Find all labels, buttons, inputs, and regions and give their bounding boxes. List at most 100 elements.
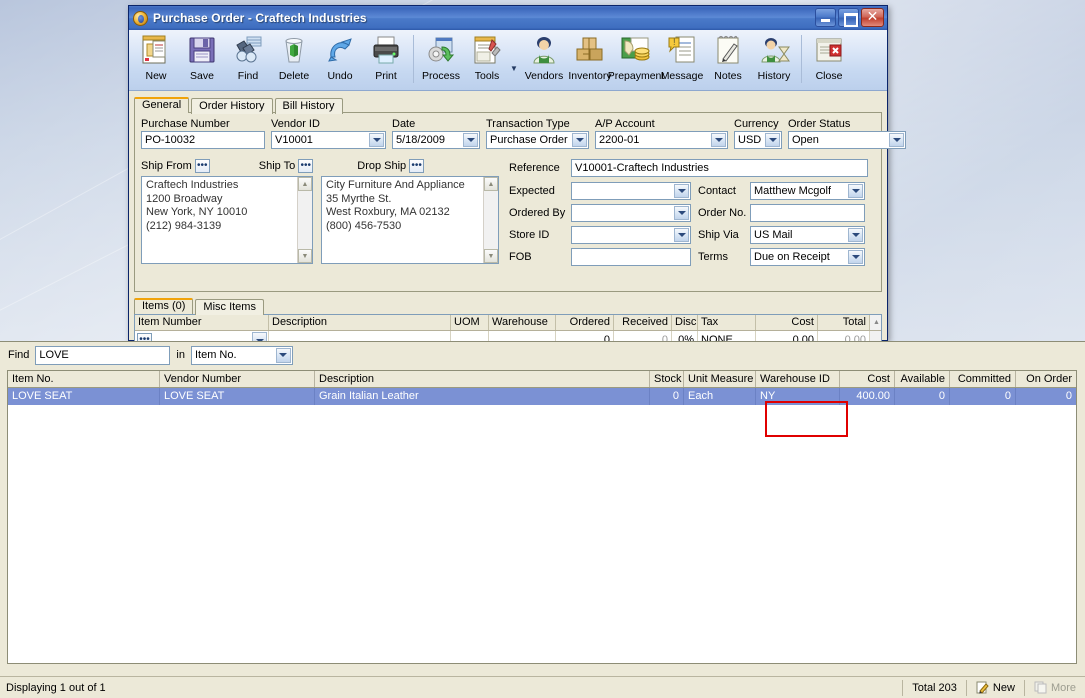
column-disc[interactable]: Disc — [672, 315, 698, 330]
new-button[interactable]: New — [965, 679, 1024, 696]
purchase-number-input[interactable] — [141, 131, 265, 149]
tab-order-history[interactable]: Order History — [191, 98, 273, 114]
column-item-number[interactable]: Item Number — [135, 315, 269, 330]
toolbar-label: Close — [815, 70, 843, 82]
column-item-no[interactable]: Item No. — [8, 371, 160, 387]
toolbar-label: Delete — [278, 70, 310, 82]
toolbar-button-notes[interactable]: Notes — [705, 33, 751, 82]
toolbar-button-undo[interactable]: Undo — [317, 33, 363, 82]
scroll-up-icon[interactable]: ▲ — [484, 177, 498, 191]
scrollbar[interactable]: ▲ ▼ — [297, 177, 312, 263]
vendor-id-value: V10001 — [275, 134, 313, 146]
column-tax[interactable]: Tax — [698, 315, 756, 330]
store-id-select[interactable] — [571, 226, 691, 244]
address-line: Craftech Industries — [146, 179, 239, 191]
ship-from-lookup-button[interactable]: ••• — [194, 159, 210, 173]
tab-misc-items[interactable]: Misc Items — [195, 299, 264, 315]
fob-input[interactable] — [571, 248, 691, 266]
column-received[interactable]: Received — [614, 315, 672, 330]
toolbar-button-history[interactable]: History — [751, 33, 797, 82]
toolbar-button-message[interactable]: ! Message — [659, 33, 705, 82]
find-input[interactable] — [35, 345, 171, 365]
close-button[interactable] — [861, 8, 884, 27]
scroll-up-icon[interactable]: ▲ — [298, 177, 312, 191]
scroll-down-icon[interactable]: ▼ — [298, 249, 312, 263]
column-committed[interactable]: Committed — [950, 371, 1016, 387]
ship-to-address[interactable]: City Furniture And Appliance 35 Myrthe S… — [321, 176, 499, 264]
column-unit-measure[interactable]: Unit Measure — [684, 371, 756, 387]
column-warehouse-id[interactable]: Warehouse ID — [756, 371, 840, 387]
column-cost[interactable]: Cost — [840, 371, 895, 387]
date-value: 5/18/2009 — [396, 134, 445, 146]
address-line: West Roxbury, MA 02132 — [326, 206, 450, 218]
window-client-area: General Order History Bill History Purch… — [129, 91, 906, 351]
currency-select[interactable]: USD — [734, 131, 782, 149]
toolbar-button-process[interactable]: Process — [418, 33, 464, 82]
column-vendor-number[interactable]: Vendor Number — [160, 371, 315, 387]
purchase-order-window: Purchase Order - Craftech Industries ✕ N… — [128, 5, 906, 351]
contact-select[interactable]: Matthew Mcgolf — [750, 182, 865, 200]
address-line: City Furniture And Appliance — [326, 179, 465, 191]
undo-arrow-icon — [323, 33, 357, 67]
lookup-result-row[interactable]: LOVE SEAT LOVE SEAT Grain Italian Leathe… — [8, 388, 1076, 405]
toolbar-separator — [413, 35, 414, 83]
ship-from-address[interactable]: Craftech Industries 1200 Broadway New Yo… — [141, 176, 313, 264]
toolbar-button-tools[interactable]: Tools — [464, 33, 510, 82]
ordered-by-select[interactable] — [571, 204, 691, 222]
ap-account-select[interactable]: 2200-01 — [595, 131, 728, 149]
more-button[interactable]: More — [1023, 679, 1085, 696]
column-cost[interactable]: Cost — [756, 315, 818, 330]
window-titlebar[interactable]: Purchase Order - Craftech Industries — [129, 6, 887, 30]
date-picker[interactable]: 5/18/2009 — [392, 131, 480, 149]
terms-label: Terms — [698, 251, 728, 263]
toolbar-button-vendors[interactable]: Vendors — [521, 33, 567, 82]
column-description[interactable]: Description — [269, 315, 451, 330]
cell-stock: 0 — [650, 388, 684, 405]
grid-scroll-up-icon[interactable]: ▲ — [870, 315, 881, 330]
boxes-icon — [573, 33, 607, 67]
minimize-button[interactable] — [815, 8, 836, 27]
toolbar-button-inventory[interactable]: Inventory — [567, 33, 613, 82]
transaction-type-select[interactable]: Purchase Order — [486, 131, 589, 149]
column-available[interactable]: Available — [895, 371, 950, 387]
ship-to-lookup-button[interactable]: ••• — [298, 159, 314, 173]
terms-select[interactable]: Due on Receipt — [750, 248, 865, 266]
main-toolbar: New Save Find Delete Undo Print Process … — [129, 30, 887, 91]
column-warehouse[interactable]: Warehouse — [489, 315, 556, 330]
terms-value: Due on Receipt — [754, 251, 830, 263]
column-description[interactable]: Description — [315, 371, 650, 387]
find-field-select[interactable]: Item No. — [190, 345, 293, 365]
column-stock[interactable]: Stock — [650, 371, 684, 387]
column-total[interactable]: Total — [818, 315, 870, 330]
toolbar-button-new[interactable]: New — [133, 33, 179, 82]
toolbar-button-prepayment[interactable]: Prepayment — [608, 33, 664, 82]
scroll-down-icon[interactable]: ▼ — [484, 249, 498, 263]
tab-items[interactable]: Items (0) — [134, 298, 194, 314]
expected-select[interactable] — [571, 182, 691, 200]
chevron-down-icon[interactable]: ▼ — [510, 64, 521, 73]
reference-input[interactable] — [571, 158, 868, 177]
total-count: Total 203 — [902, 679, 966, 696]
tab-bill-history[interactable]: Bill History — [274, 98, 343, 114]
toolbar-button-delete[interactable]: Delete — [271, 33, 317, 82]
ship-via-select[interactable]: US Mail — [750, 226, 865, 244]
column-uom[interactable]: UOM — [451, 315, 489, 330]
chevron-down-icon — [848, 184, 863, 198]
toolbar-button-close[interactable]: Close — [806, 33, 852, 82]
toolbar-button-print[interactable]: Print — [363, 33, 409, 82]
cell-warehouse-id[interactable]: NY — [756, 388, 840, 405]
displaying-count: Displaying 1 out of 1 — [6, 681, 106, 694]
new-button-label: New — [992, 681, 1015, 694]
tab-general[interactable]: General — [134, 97, 190, 113]
order-status-select[interactable]: Open — [788, 131, 906, 149]
maximize-button[interactable] — [838, 8, 859, 27]
drop-ship-lookup-button[interactable]: ••• — [409, 159, 425, 173]
column-on-order[interactable]: On Order — [1016, 371, 1076, 387]
scrollbar[interactable]: ▲ ▼ — [483, 177, 498, 263]
vendor-id-select[interactable]: V10001 — [271, 131, 386, 149]
toolbar-button-find[interactable]: Find — [225, 33, 271, 82]
chevron-down-icon — [572, 133, 587, 147]
column-ordered[interactable]: Ordered — [556, 315, 614, 330]
order-no-input[interactable] — [750, 204, 865, 222]
toolbar-button-save[interactable]: Save — [179, 33, 225, 82]
